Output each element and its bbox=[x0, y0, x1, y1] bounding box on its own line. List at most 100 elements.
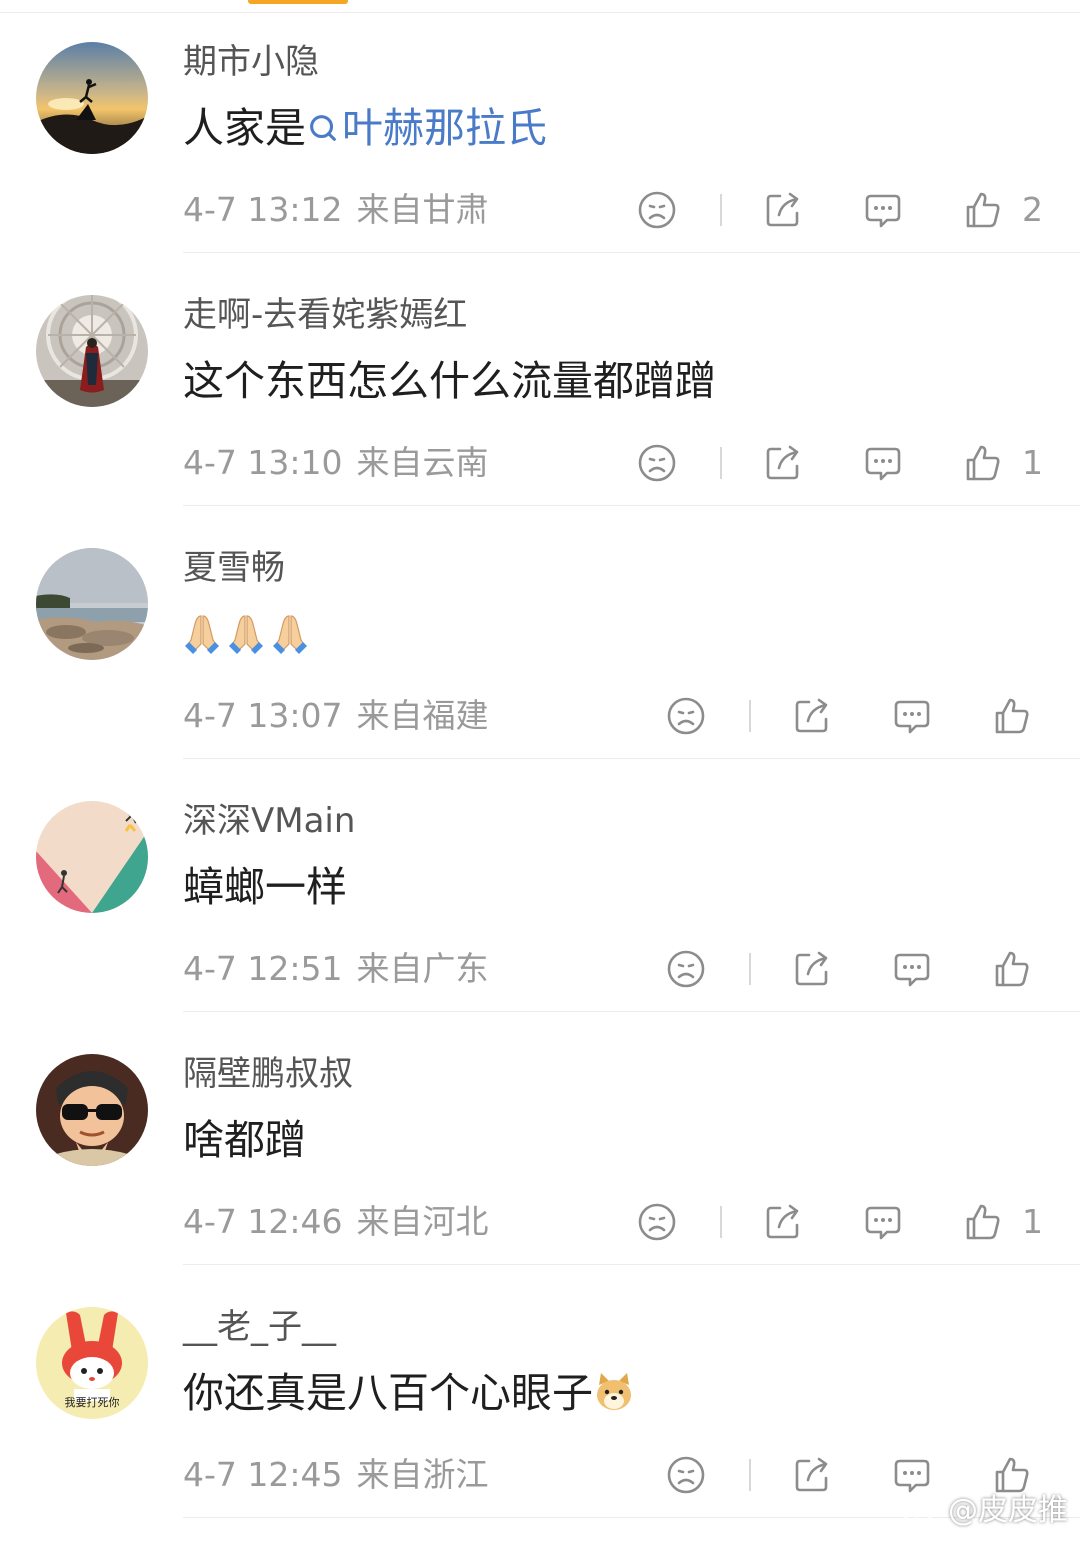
comment-text-prefix: 人家是 bbox=[183, 104, 306, 152]
avatar[interactable] bbox=[36, 295, 148, 407]
topic-link[interactable]: 叶赫那拉氏 bbox=[306, 104, 547, 152]
comment-actions: 2 bbox=[636, 188, 1056, 232]
like-count: 2 bbox=[1022, 190, 1043, 229]
share-button[interactable] bbox=[762, 188, 804, 232]
comment-actions: 1 bbox=[636, 1200, 1056, 1244]
comment-meta: 4-7 13:12 来自甘肃 bbox=[183, 188, 489, 232]
thumbs-up-icon bbox=[995, 698, 1029, 734]
reply-button[interactable] bbox=[862, 188, 904, 232]
comment-item: 我要打死你 __老_子__ 你还真是八百个心眼子 4-7 12:45 来自浙江 bbox=[0, 1265, 1080, 1518]
watermark-text: @皮皮推 bbox=[948, 1493, 1068, 1528]
share-button[interactable] bbox=[791, 947, 833, 991]
dislike-button[interactable] bbox=[665, 694, 707, 738]
sad-face-icon bbox=[667, 1456, 705, 1494]
comment-actions bbox=[665, 947, 1080, 991]
comment-text: 蟑螂一样 bbox=[183, 863, 347, 911]
username[interactable]: 隔壁鹏叔叔 bbox=[183, 1052, 353, 1096]
action-separator bbox=[749, 953, 751, 985]
dislike-button[interactable] bbox=[636, 188, 678, 232]
action-separator bbox=[749, 700, 751, 732]
reply-button[interactable] bbox=[862, 441, 904, 485]
username[interactable]: 走啊-去看姹紫嫣红 bbox=[183, 293, 467, 337]
doge-emoji bbox=[593, 1369, 635, 1417]
sad-face-icon bbox=[667, 697, 705, 735]
doctor-strange-avatar-image bbox=[36, 295, 148, 407]
comment-location: 来自河北 bbox=[356, 1202, 489, 1241]
username[interactable]: 期市小隐 bbox=[183, 40, 319, 84]
avatar[interactable] bbox=[36, 548, 148, 660]
username[interactable]: __老_子__ bbox=[183, 1305, 336, 1349]
comment-time: 4-7 13:12 bbox=[183, 190, 343, 229]
share-button[interactable] bbox=[762, 441, 804, 485]
sad-face-icon bbox=[638, 1203, 676, 1241]
avatar[interactable] bbox=[36, 1054, 148, 1166]
comment-meta: 4-7 13:10 来自云南 bbox=[183, 441, 489, 485]
avatar[interactable] bbox=[36, 801, 148, 913]
like-button[interactable] bbox=[991, 694, 1051, 738]
like-button[interactable]: 1 bbox=[962, 441, 1043, 485]
red-rabbit-avatar-image: 我要打死你 bbox=[36, 1307, 148, 1419]
username[interactable]: 夏雪畅 bbox=[183, 546, 285, 590]
share-icon bbox=[766, 1204, 799, 1239]
thumbs-up-icon bbox=[995, 951, 1029, 987]
search-icon bbox=[310, 115, 336, 141]
comment-location: 来自浙江 bbox=[356, 1455, 489, 1494]
comment-item: 隔壁鹏叔叔 啥都蹭 4-7 12:46 来自河北 1 bbox=[0, 1012, 1080, 1265]
doge-emoji-image bbox=[597, 1373, 631, 1410]
comment-location: 来自广东 bbox=[356, 949, 489, 988]
comment-meta: 4-7 12:51 来自广东 bbox=[183, 947, 489, 991]
reply-button[interactable] bbox=[862, 1200, 904, 1244]
like-button[interactable]: 2 bbox=[962, 188, 1043, 232]
thumbs-up-icon bbox=[966, 445, 1000, 481]
comment-time: 4-7 12:46 bbox=[183, 1202, 343, 1241]
folded-hands-emoji bbox=[273, 615, 307, 654]
comment-bubble-icon bbox=[865, 194, 901, 228]
action-separator bbox=[720, 447, 722, 479]
comment-text-body: 你还真是八百个心眼子 bbox=[183, 1369, 593, 1417]
avatar[interactable] bbox=[36, 42, 148, 154]
emoji-row bbox=[183, 612, 309, 654]
watermark: @皮皮推 bbox=[900, 1485, 1068, 1529]
thumbs-up-icon bbox=[966, 192, 1000, 228]
folded-hands-emoji bbox=[185, 615, 219, 654]
reply-button[interactable] bbox=[891, 947, 933, 991]
dislike-button[interactable] bbox=[665, 947, 707, 991]
share-icon bbox=[795, 698, 828, 733]
username[interactable]: 深深VMain bbox=[183, 799, 355, 843]
comment-location: 来自云南 bbox=[356, 443, 489, 482]
comment-meta: 4-7 12:45 来自浙江 bbox=[183, 1453, 489, 1497]
weibo-logo-icon bbox=[901, 1493, 941, 1524]
dislike-button[interactable] bbox=[636, 441, 678, 485]
share-icon bbox=[795, 951, 828, 986]
dislike-button[interactable] bbox=[665, 1453, 707, 1497]
comment-meta: 4-7 13:07 来自福建 bbox=[183, 694, 489, 738]
comment-text: 这个东西怎么什么流量都蹭蹭 bbox=[183, 357, 716, 405]
comment-text: 啥都蹭 bbox=[183, 1116, 306, 1164]
share-icon bbox=[766, 445, 799, 480]
reply-button[interactable] bbox=[891, 694, 933, 738]
comment-bubble-icon bbox=[865, 1206, 901, 1240]
like-count: 1 bbox=[1022, 1202, 1043, 1241]
like-button[interactable] bbox=[991, 947, 1051, 991]
comment-actions bbox=[665, 694, 1080, 738]
comment-item: 期市小隐 人家是 叶赫那拉氏 4-7 13:12 来自甘肃 2 bbox=[0, 0, 1080, 253]
cartoon-boy-glasses-avatar-image bbox=[36, 1054, 148, 1166]
comment-actions: 1 bbox=[636, 441, 1056, 485]
comment-text: 人家是 叶赫那拉氏 bbox=[183, 100, 547, 156]
comment-item: 深深VMain 蟑螂一样 4-7 12:51 来自广东 bbox=[0, 759, 1080, 1012]
action-separator bbox=[749, 1459, 751, 1491]
comment-location: 来自甘肃 bbox=[356, 190, 489, 229]
comment-meta: 4-7 12:46 来自河北 bbox=[183, 1200, 489, 1244]
share-button[interactable] bbox=[791, 1453, 833, 1497]
sad-face-icon bbox=[667, 950, 705, 988]
avatar-caption: 我要打死你 bbox=[65, 1395, 120, 1409]
sad-face-icon bbox=[638, 191, 676, 229]
avatar[interactable]: 我要打死你 bbox=[36, 1307, 148, 1419]
like-button[interactable]: 1 bbox=[962, 1200, 1043, 1244]
comment-time: 4-7 12:51 bbox=[183, 949, 343, 988]
share-button[interactable] bbox=[791, 694, 833, 738]
dislike-button[interactable] bbox=[636, 1200, 678, 1244]
comment-text: 你还真是八百个心眼子 bbox=[183, 1365, 635, 1421]
comment-text bbox=[183, 606, 309, 668]
share-button[interactable] bbox=[762, 1200, 804, 1244]
